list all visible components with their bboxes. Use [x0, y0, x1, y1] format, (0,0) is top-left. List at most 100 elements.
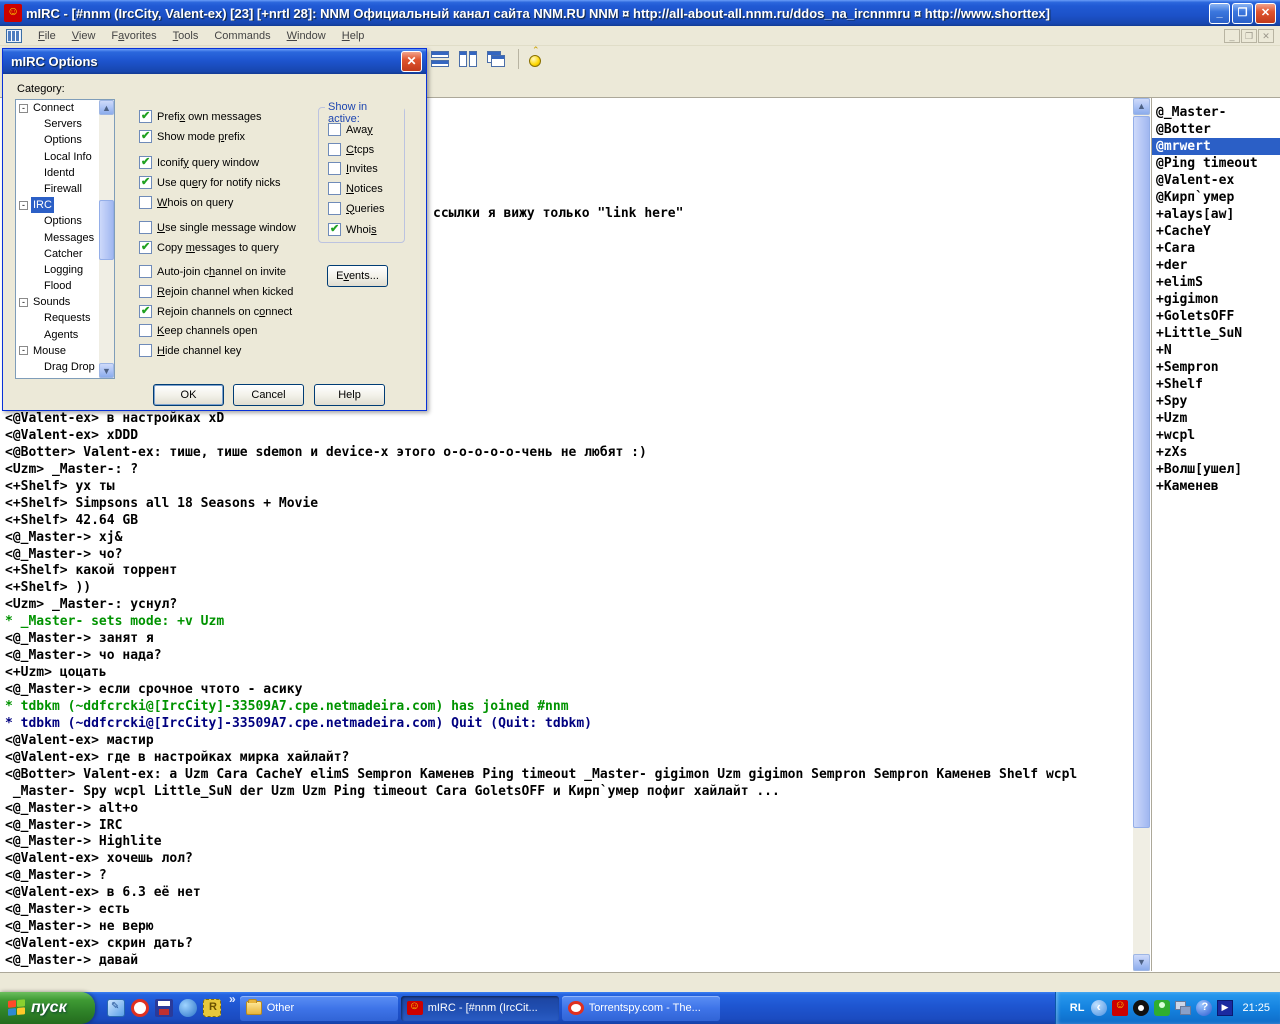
switch-icon[interactable]	[529, 45, 541, 67]
checkbox-use-query-for-notify-nicks[interactable]: Use query for notify nicks	[139, 175, 281, 189]
unchecked-checkbox-icon[interactable]	[328, 202, 341, 215]
checked-checkbox-icon[interactable]	[139, 304, 152, 318]
help-icon[interactable]	[1196, 1000, 1213, 1016]
unchecked-checkbox-icon[interactable]	[139, 221, 152, 234]
tree-expander-icon[interactable]: -	[19, 346, 28, 356]
nick-item[interactable]: +wcpl	[1152, 427, 1280, 444]
unchecked-checkbox-icon[interactable]	[139, 285, 152, 298]
tree-scroll-up-icon[interactable]: ▲	[99, 100, 114, 115]
cascade-icon[interactable]	[486, 49, 508, 69]
dialog-close-button[interactable]: ✕	[401, 51, 422, 72]
mdi-minimize-button[interactable]: _	[1224, 28, 1240, 43]
checked-checkbox-icon[interactable]	[139, 109, 152, 123]
cancel-button[interactable]: Cancel	[233, 384, 304, 406]
taskbar-button[interactable]: Other	[239, 995, 398, 1021]
restore-button[interactable]: ❐	[1232, 2, 1253, 24]
nick-item[interactable]: @Botter	[1152, 121, 1280, 138]
nick-item[interactable]: @Кирп`умер	[1152, 189, 1280, 206]
tree-scroll-thumb[interactable]	[99, 200, 114, 260]
menu-tools[interactable]: Tools	[165, 28, 207, 44]
qip-icon[interactable]	[1154, 1000, 1171, 1016]
tile-vertical-icon[interactable]	[430, 49, 452, 69]
steam-icon[interactable]	[1133, 1000, 1150, 1016]
scroll-up-icon[interactable]: ▲	[1133, 98, 1150, 115]
checked-checkbox-icon[interactable]	[328, 222, 341, 236]
menu-commands[interactable]: Commands	[206, 28, 278, 44]
nick-item[interactable]: +Cara	[1152, 240, 1280, 257]
checkbox-whois[interactable]: Whois	[328, 222, 377, 236]
chat-input-strip[interactable]	[0, 972, 1280, 992]
unchecked-checkbox-icon[interactable]	[328, 182, 341, 195]
checkbox-queries[interactable]: Queries	[328, 202, 385, 215]
nick-item[interactable]: +Spy	[1152, 393, 1280, 410]
nick-item[interactable]: +Uzm	[1152, 410, 1280, 427]
unchecked-checkbox-icon[interactable]	[139, 344, 152, 357]
nick-item[interactable]: +elimS	[1152, 274, 1280, 291]
quick-launch-overflow-icon[interactable]: »	[229, 992, 236, 1006]
checkbox-notices[interactable]: Notices	[328, 182, 383, 195]
checkbox-iconify-query-window[interactable]: Iconify query window	[139, 155, 259, 169]
nick-item[interactable]: +alays[aw]	[1152, 206, 1280, 223]
checkbox-show-mode-prefix[interactable]: Show mode prefix	[139, 129, 245, 143]
mirc-tray-icon[interactable]	[1112, 999, 1129, 1016]
nick-item[interactable]: +N	[1152, 342, 1280, 359]
save-icon[interactable]	[155, 999, 173, 1017]
checked-checkbox-icon[interactable]	[139, 129, 152, 143]
nick-item[interactable]: +GoletsOFF	[1152, 308, 1280, 325]
menu-file[interactable]: File	[30, 28, 64, 44]
events-button[interactable]: Events...	[327, 265, 388, 287]
nick-item[interactable]: +Shelf	[1152, 376, 1280, 393]
taskbar-button[interactable]: Torrentspy.com - The...	[561, 995, 720, 1021]
nick-item[interactable]: +Волш[ушел]	[1152, 461, 1280, 478]
nick-item[interactable]: @mrwert	[1152, 138, 1280, 155]
help-button[interactable]: Help	[314, 384, 385, 406]
checkbox-away[interactable]: Away	[328, 123, 373, 136]
menu-view[interactable]: View	[64, 28, 104, 44]
nick-item[interactable]: @_Master-	[1152, 104, 1280, 121]
network-icon[interactable]	[1175, 1000, 1192, 1016]
mdi-close-button[interactable]: ✕	[1258, 28, 1274, 43]
tree-expander-icon[interactable]: -	[19, 200, 28, 210]
unchecked-checkbox-icon[interactable]	[328, 123, 341, 136]
nick-item[interactable]: +CacheY	[1152, 223, 1280, 240]
checked-checkbox-icon[interactable]	[139, 240, 152, 254]
nick-item[interactable]: +gigimon	[1152, 291, 1280, 308]
checkbox-hide-channel-key[interactable]: Hide channel key	[139, 344, 241, 357]
tile-horizontal-icon[interactable]	[458, 49, 480, 69]
checkbox-whois-on-query[interactable]: Whois on query	[139, 196, 233, 209]
nick-item[interactable]: +zXs	[1152, 444, 1280, 461]
ok-button[interactable]: OK	[153, 384, 224, 406]
menu-help[interactable]: Help	[334, 28, 373, 44]
checkbox-prefix-own-messages[interactable]: Prefix own messages	[139, 109, 262, 123]
tree-scroll-down-icon[interactable]: ▼	[99, 363, 114, 378]
scroll-down-icon[interactable]: ▼	[1133, 954, 1150, 971]
checkbox-rejoin-channels-on-connect[interactable]: Rejoin channels on connect	[139, 304, 292, 318]
menu-favorites[interactable]: Favorites	[103, 28, 164, 44]
checkbox-rejoin-channel-when-kicked[interactable]: Rejoin channel when kicked	[139, 285, 293, 298]
nick-item[interactable]: @Ping timeout	[1152, 155, 1280, 172]
language-indicator[interactable]: RL	[1070, 1002, 1085, 1014]
unchecked-checkbox-icon[interactable]	[328, 162, 341, 175]
unchecked-checkbox-icon[interactable]	[139, 265, 152, 278]
checked-checkbox-icon[interactable]	[139, 175, 152, 189]
player-icon[interactable]	[1217, 1000, 1234, 1016]
tree-expander-icon[interactable]: -	[19, 297, 28, 307]
checked-checkbox-icon[interactable]	[139, 155, 152, 169]
nick-item[interactable]: +Sempron	[1152, 359, 1280, 376]
nick-item[interactable]: @Valent-ex	[1152, 172, 1280, 189]
tree-scrollbar[interactable]: ▲ ▼	[99, 100, 114, 378]
nick-item[interactable]: +Каменев	[1152, 478, 1280, 495]
checkbox-use-single-message-window[interactable]: Use single message window	[139, 221, 296, 234]
start-button[interactable]: пуск	[0, 992, 95, 1024]
tree-expander-icon[interactable]: -	[19, 103, 28, 113]
nick-item[interactable]: +Little_SuN	[1152, 325, 1280, 342]
checkbox-invites[interactable]: Invites	[328, 162, 378, 175]
mdi-restore-button[interactable]: ❐	[1241, 28, 1257, 43]
close-button[interactable]: ✕	[1255, 2, 1276, 24]
taskbar-button[interactable]: mIRC - [#nnm (IrcCit...	[400, 995, 559, 1021]
checkbox-keep-channels-open[interactable]: Keep channels open	[139, 324, 257, 337]
rstudio-icon[interactable]	[203, 999, 221, 1017]
unchecked-checkbox-icon[interactable]	[139, 196, 152, 209]
unchecked-checkbox-icon[interactable]	[328, 143, 341, 156]
checkbox-copy-messages-to-query[interactable]: Copy messages to query	[139, 240, 279, 254]
